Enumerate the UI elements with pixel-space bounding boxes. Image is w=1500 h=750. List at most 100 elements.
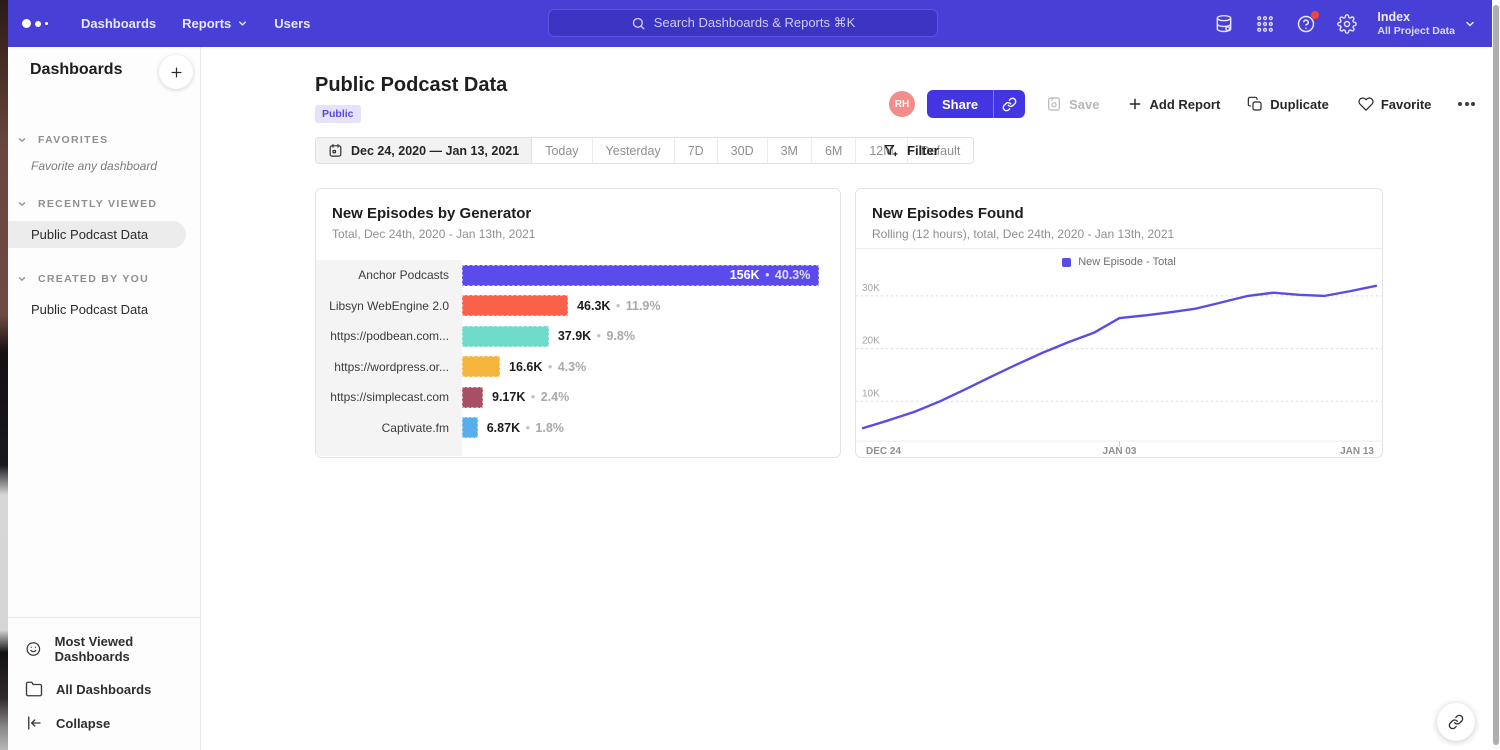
bar-value-label: 37.9K • 9.8% bbox=[558, 329, 635, 343]
database-icon bbox=[1214, 14, 1234, 34]
footer-item-label: All Dashboards bbox=[56, 682, 151, 697]
nav-item-dashboards[interactable]: Dashboards bbox=[68, 0, 169, 47]
help-button[interactable] bbox=[1295, 13, 1317, 35]
share-button-group: Share bbox=[927, 90, 1025, 118]
bar-segment[interactable] bbox=[462, 387, 483, 408]
series-line bbox=[863, 286, 1376, 428]
chart-title: New Episodes by Generator bbox=[332, 205, 531, 222]
svg-text:10K: 10K bbox=[862, 388, 880, 399]
nav-item-label: Reports bbox=[182, 16, 231, 31]
duplicate-button[interactable]: Duplicate bbox=[1247, 96, 1329, 112]
sidebar-section-recently-viewed[interactable]: RECENTLY VIEWED bbox=[8, 198, 200, 210]
bar-category-label: Anchor Podcasts bbox=[316, 260, 462, 291]
preset-7d[interactable]: 7D bbox=[675, 138, 718, 163]
line-chart[interactable]: 10K20K30KDEC 24JAN 03JAN 13 bbox=[856, 275, 1382, 456]
bar-row: https://podbean.com... 37.9K • 9.8% bbox=[316, 321, 840, 352]
background-window-sliver bbox=[0, 0, 8, 750]
bar-segment[interactable] bbox=[462, 356, 500, 377]
search-placeholder: Search Dashboards & Reports ⌘K bbox=[654, 15, 856, 31]
more-options-button[interactable] bbox=[1456, 98, 1477, 110]
bar-segment[interactable] bbox=[462, 417, 478, 438]
bar-value-label: 46.3K • 11.9% bbox=[577, 299, 660, 313]
grid-dots-icon bbox=[1255, 14, 1275, 34]
preset-30d[interactable]: 30D bbox=[718, 138, 768, 163]
bar-segment[interactable] bbox=[462, 295, 568, 316]
chart-subtitle: Rolling (12 hours), total, Dec 24th, 202… bbox=[872, 227, 1174, 241]
nav-item-label: Users bbox=[274, 16, 310, 31]
top-nav: Dashboards Reports Users Search Dashboar… bbox=[8, 0, 1492, 47]
duplicate-icon bbox=[1247, 96, 1263, 112]
plus-icon bbox=[169, 65, 184, 80]
settings-button[interactable] bbox=[1336, 13, 1358, 35]
svg-text:20K: 20K bbox=[862, 336, 880, 347]
bar-track: 46.3K • 11.9% bbox=[462, 291, 840, 322]
footer-item-label: Collapse bbox=[56, 716, 110, 731]
plus-icon bbox=[1127, 96, 1143, 112]
preset-6m[interactable]: 6M bbox=[812, 138, 856, 163]
preset-yesterday[interactable]: Yesterday bbox=[593, 138, 675, 163]
nav-item-users[interactable]: Users bbox=[261, 0, 323, 47]
most-viewed-dashboards-button[interactable]: Most Viewed Dashboards bbox=[8, 626, 200, 672]
collapse-icon bbox=[25, 714, 43, 732]
footer-item-label: Most Viewed Dashboards bbox=[55, 634, 200, 664]
notification-dot bbox=[1311, 11, 1319, 19]
collapse-sidebar-button[interactable]: Collapse bbox=[8, 706, 200, 740]
save-label: Save bbox=[1069, 97, 1099, 112]
project-scope: All Project Data bbox=[1377, 25, 1455, 38]
sidebar-footer: Most Viewed Dashboards All Dashboards Co… bbox=[8, 617, 200, 750]
project-switcher[interactable]: Index All Project Data bbox=[1377, 10, 1476, 38]
card-new-episodes-by-generator: New Episodes by Generator Total, Dec 24t… bbox=[315, 188, 841, 458]
sidebar: Dashboards FAVORITES Favorite any dashbo… bbox=[8, 47, 201, 750]
bar-segment[interactable]: 156K • 40.3% bbox=[462, 265, 819, 286]
calendar-icon bbox=[328, 143, 343, 158]
avatar[interactable]: RH bbox=[889, 91, 915, 117]
filter-funnel-icon bbox=[883, 143, 899, 159]
filter-button[interactable]: Filter bbox=[883, 137, 939, 164]
date-range-picker[interactable]: Dec 24, 2020 — Jan 13, 2021 bbox=[316, 138, 532, 163]
scrollbar-thumb[interactable] bbox=[1493, 5, 1499, 745]
bar-row: Anchor Podcasts156K • 40.3% bbox=[316, 260, 840, 291]
svg-text:JAN 13: JAN 13 bbox=[1340, 446, 1374, 456]
bar-category-label: https://wordpress.or... bbox=[316, 352, 462, 383]
bar-row: https://simplecast.com9.17K • 2.4% bbox=[316, 382, 840, 413]
bar-category-label: https://simplecast.com bbox=[316, 382, 462, 413]
bar-chart: Anchor Podcasts156K • 40.3%Libsyn WebEng… bbox=[316, 260, 840, 456]
share-link-button[interactable] bbox=[993, 90, 1025, 118]
add-report-button[interactable]: Add Report bbox=[1127, 96, 1221, 112]
sidebar-section-created-by-you[interactable]: CREATED BY YOU bbox=[8, 273, 200, 285]
apps-grid-button[interactable] bbox=[1254, 13, 1276, 35]
bar-category-label: Libsyn WebEngine 2.0 bbox=[316, 291, 462, 322]
folder-icon bbox=[25, 680, 43, 698]
bar-track: 16.6K • 4.3% bbox=[462, 352, 840, 383]
preset-today[interactable]: Today bbox=[532, 138, 592, 163]
sidebar-title: Dashboards bbox=[30, 61, 122, 79]
link-icon bbox=[1002, 97, 1017, 112]
favorite-label: Favorite bbox=[1381, 97, 1432, 112]
favorite-button[interactable]: Favorite bbox=[1358, 96, 1432, 112]
sidebar-item-public-podcast-data[interactable]: Public Podcast Data bbox=[8, 221, 186, 248]
data-sources-button[interactable] bbox=[1213, 13, 1235, 35]
visibility-badge: Public bbox=[315, 105, 361, 123]
copy-link-floating-button[interactable] bbox=[1437, 703, 1475, 741]
preset-3m[interactable]: 3M bbox=[768, 138, 812, 163]
all-dashboards-button[interactable]: All Dashboards bbox=[8, 672, 200, 706]
save-icon bbox=[1046, 96, 1062, 112]
filter-label: Filter bbox=[907, 143, 939, 158]
date-range-label: Dec 24, 2020 — Jan 13, 2021 bbox=[351, 144, 519, 158]
app-logo[interactable] bbox=[22, 19, 48, 28]
new-dashboard-button[interactable] bbox=[159, 55, 193, 89]
bar-category-label: https://podbean.com... bbox=[316, 321, 462, 352]
share-button[interactable]: Share bbox=[927, 90, 993, 118]
bar-segment[interactable] bbox=[462, 326, 549, 347]
nav-item-reports[interactable]: Reports bbox=[169, 0, 261, 47]
svg-text:JAN 03: JAN 03 bbox=[1103, 446, 1137, 456]
heart-icon bbox=[1358, 96, 1374, 112]
card-new-episodes-found: New Episodes Found Rolling (12 hours), t… bbox=[855, 188, 1383, 458]
bar-row: https://wordpress.or...16.6K • 4.3% bbox=[316, 352, 840, 383]
gear-icon bbox=[1337, 14, 1357, 34]
chart-legend: New Episode - Total bbox=[856, 249, 1382, 275]
save-button[interactable]: Save bbox=[1046, 96, 1099, 112]
sidebar-section-favorites[interactable]: FAVORITES bbox=[8, 134, 200, 146]
search-input[interactable]: Search Dashboards & Reports ⌘K bbox=[548, 9, 938, 37]
sidebar-item-public-podcast-data[interactable]: Public Podcast Data bbox=[8, 296, 186, 323]
